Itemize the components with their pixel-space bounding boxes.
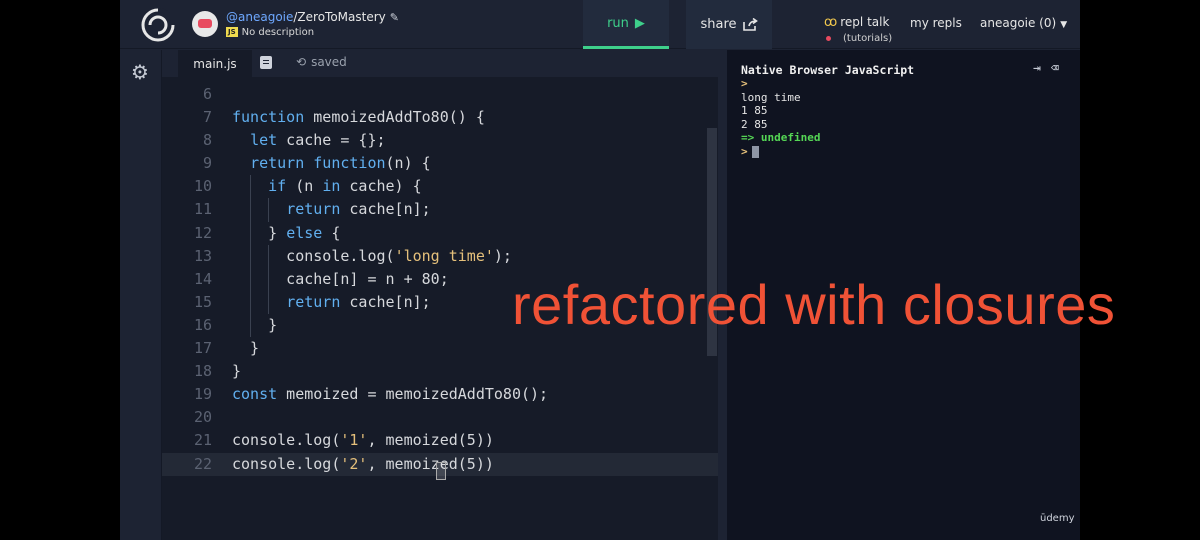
code-line[interactable]: 19 const memoized = memoizedAddTo80(); [162,383,718,406]
share-label: share [700,17,737,32]
console-title: Native Browser JavaScript [741,63,915,77]
code-text[interactable]: console.log('long time'); [232,245,512,268]
editor-tab-bar: main.js ⟲ saved [162,50,718,77]
repl-name: /ZeroToMastery [293,10,386,24]
code-text[interactable]: return cache[n]; [232,291,431,314]
line-number: 11 [193,200,212,219]
line-number: 14 [193,269,212,288]
code-line[interactable]: 10 if (n in cache) { [162,175,718,199]
console-line: > [741,145,820,159]
console-line: 2 85 [741,117,768,131]
code-line[interactable]: 6 [162,83,718,106]
tutorials-link[interactable]: (tutorials) [826,33,892,44]
file-icon[interactable] [260,56,272,69]
left-rail: ⚙ [120,50,162,540]
console-line: > [741,77,748,90]
code-line[interactable]: 7 function memoizedAddTo80() { [162,106,718,129]
line-number: 22 [193,454,212,473]
line-number: 13 [193,246,212,265]
console-input-caret[interactable] [751,145,759,158]
app-frame: @aneagoie/ZeroToMastery ✎ JS No descriptio… [120,0,1080,540]
code-line[interactable]: 20 [162,406,718,429]
code-text[interactable]: if (n in cache) { [232,175,422,198]
text-cursor [436,462,446,480]
code-line[interactable]: 9 return function(n) { [162,152,718,175]
line-number: 15 [193,292,212,311]
repl-talk-icon: ꝏ [824,15,838,30]
repl-title[interactable]: @aneagoie/ZeroToMastery ✎ [226,10,399,24]
code-text[interactable]: function memoizedAddTo80() { [232,106,485,129]
udemy-watermark: ūdemy [1040,513,1075,524]
user-menu[interactable]: aneagoie (0) ▼ [980,16,1067,30]
code-text[interactable]: console.log('2', memoized(5)) [232,453,494,476]
code-text[interactable]: const memoized = memoizedAddTo80(); [232,383,548,406]
line-number: 20 [193,408,212,427]
line-number: 6 [202,85,212,103]
code-text[interactable]: } [232,360,241,383]
run-button[interactable]: run ▶ [583,0,669,49]
description-text: No description [241,27,315,38]
line-number: 18 [193,362,212,381]
tab-main-js[interactable]: main.js [178,50,252,77]
top-bar: @aneagoie/ZeroToMastery ✎ JS No descriptio… [120,0,1080,49]
pencil-icon[interactable]: ✎ [390,11,399,24]
line-number: 9 [202,154,212,173]
code-line[interactable]: 8 let cache = {}; [162,129,718,152]
caret-down-icon: ▼ [1060,20,1068,30]
console-line: long time [741,90,801,104]
run-label: run [607,15,629,31]
line-number: 16 [193,315,212,334]
avatar[interactable] [192,11,218,37]
code-text[interactable]: console.log('1', memoized(5)) [232,429,494,452]
my-repls-link[interactable]: my repls [910,16,962,30]
repl-owner-link[interactable]: @aneagoie [226,10,293,24]
code-text[interactable]: let cache = {}; [232,129,385,152]
console-line: 1 85 [741,104,768,117]
clear-icon[interactable]: ⌫ [1051,61,1059,76]
line-number: 8 [202,131,212,150]
history-icon: ⟲ [296,55,307,69]
repl-talk-link[interactable]: ꝏ repl talk [824,15,889,30]
overlay-caption: refactored with closures [512,273,1116,336]
saved-label: saved [311,55,347,69]
gear-icon[interactable]: ⚙ [131,60,149,84]
code-text[interactable]: } else { [232,222,340,245]
code-text[interactable]: return function(n) { [232,152,431,175]
code-text[interactable]: } [232,314,277,337]
line-number: 17 [193,339,212,358]
share-button[interactable]: share [686,0,772,49]
code-line[interactable]: 12 } else { [162,221,718,245]
line-number: 19 [193,385,212,404]
js-language-icon: JS [226,27,238,37]
console-line: => undefined [741,131,821,144]
code-line[interactable]: 13 console.log('long time'); [162,244,718,268]
code-line[interactable]: 17 } [162,337,718,360]
code-line[interactable]: 21 console.log('1', memoized(5)) [162,429,718,452]
code-text[interactable]: cache[n] = n + 80; [232,268,449,291]
code-line[interactable]: 11 return cache[n]; [162,198,718,222]
repl-logo-icon[interactable] [140,7,176,43]
play-icon: ▶ [634,15,645,31]
console-output: > long time 1 85 2 85 => undefined > [741,77,820,158]
line-number: 10 [193,177,212,196]
line-number: 21 [193,431,212,450]
notification-dot [826,35,831,41]
line-number: 7 [202,108,212,127]
console-toolbar: ⇥ ⌫ [1023,61,1059,76]
repl-talk-label: repl talk [840,15,890,29]
share-icon [742,18,758,31]
repl-description[interactable]: JS No description [226,27,314,38]
line-number: 12 [193,223,212,242]
user-label: aneagoie (0) [980,16,1057,30]
saved-status[interactable]: ⟲ saved [296,55,347,69]
code-line[interactable]: 18} [162,360,718,383]
code-text[interactable]: return cache[n]; [232,198,431,221]
code-text[interactable]: } [232,337,259,360]
tutorials-label: (tutorials) [843,33,893,44]
exit-icon[interactable]: ⇥ [1033,61,1041,76]
